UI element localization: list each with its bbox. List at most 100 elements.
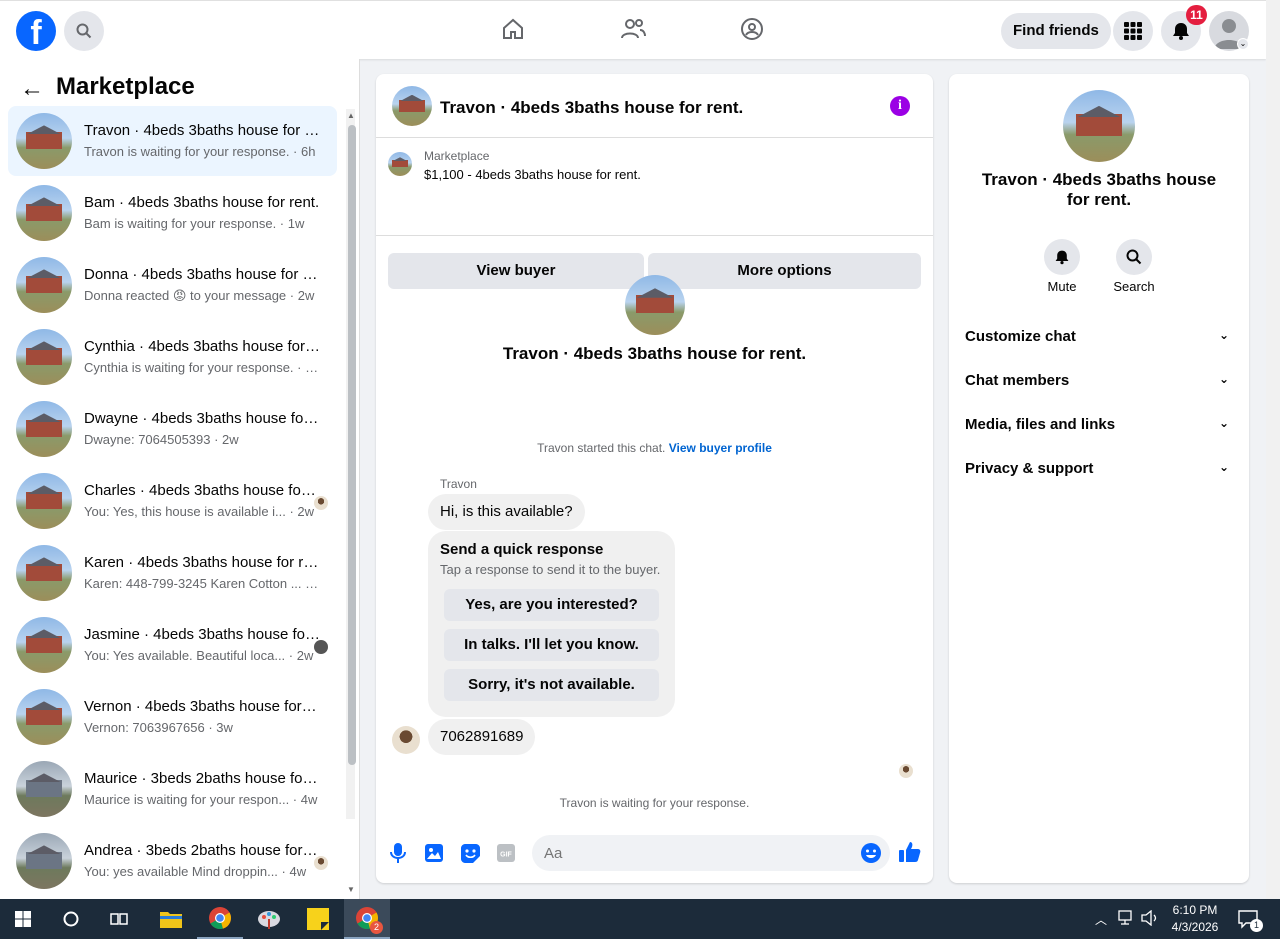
search-icon <box>76 23 92 39</box>
chrome-taskbar-button[interactable] <box>197 899 243 939</box>
conversation-item[interactable]: Bam · 4beds 3baths house for rent. Bam is… <box>8 178 337 248</box>
voice-clip-button[interactable] <box>387 842 409 864</box>
search-taskbar-button[interactable] <box>48 899 94 939</box>
message-bubble[interactable]: Hi, is this available? <box>428 494 585 530</box>
home-nav-button[interactable] <box>499 15 527 43</box>
started-text: Travon started this chat. <box>537 441 666 455</box>
network-icon[interactable] <box>1118 910 1136 930</box>
conversation-item[interactable]: Jasmine · 4beds 3baths house for rent. Yo… <box>8 610 337 680</box>
read-receipt-avatar <box>314 496 328 510</box>
conversation-name: Bam · 4beds 3baths house for rent. <box>84 194 320 211</box>
conversation-name: Cynthia · 4beds 3baths house for rent. <box>84 338 320 355</box>
find-friends-button[interactable]: Find friends <box>1001 13 1111 49</box>
chevron-down-icon: ⌄ <box>1218 460 1229 474</box>
home-icon <box>503 18 523 39</box>
conversation-preview: Cynthia is waiting for your response. · … <box>84 360 320 375</box>
friends-nav-button[interactable] <box>619 15 647 43</box>
clock-date: 4/3/2026 <box>1171 920 1219 934</box>
menu-button[interactable] <box>1113 11 1153 51</box>
sticker-button[interactable] <box>459 842 481 864</box>
conversation-name: Jasmine · 4beds 3baths house for rent. <box>84 626 320 643</box>
conversation-item[interactable]: Vernon · 4beds 3baths house for rent. Ver… <box>8 682 337 752</box>
quick-response-title: Send a quick response <box>440 541 604 558</box>
view-buyer-profile-link[interactable]: View buyer profile <box>669 441 772 455</box>
bell-icon <box>1055 250 1069 265</box>
microphone-icon <box>390 843 406 863</box>
conversation-item[interactable]: Charles · 4beds 3baths house for rent. Yo… <box>8 466 337 536</box>
listing-price[interactable]: $1,100 - 4beds 3baths house for rent. <box>424 167 641 182</box>
start-button[interactable] <box>0 899 46 939</box>
search-in-chat-button[interactable] <box>1116 239 1152 275</box>
chat-panel: Travon · 4beds 3baths house for rent. i … <box>376 74 933 883</box>
conversation-item[interactable]: Dwayne · 4beds 3baths house for rent. Dwa… <box>8 394 337 464</box>
chevron-down-icon: ⌄ <box>1218 416 1229 430</box>
paint-taskbar-button[interactable] <box>246 899 292 939</box>
attach-photo-button[interactable] <box>423 842 445 864</box>
message-input[interactable] <box>532 835 890 871</box>
info-icon[interactable]: i <box>890 96 910 116</box>
conversation-preview: You: Yes, this house is available i... ·… <box>84 504 315 519</box>
conversation-preview: Vernon: 7063967656 · 3w <box>84 720 233 735</box>
scroll-down-arrow-icon[interactable]: ▼ <box>347 885 355 894</box>
action-center-button[interactable]: 1 <box>1238 909 1263 933</box>
chrome-icon <box>209 907 231 930</box>
cortana-circle-icon <box>63 911 79 927</box>
conversation-thumbnail <box>16 833 72 889</box>
gif-button[interactable]: GIF <box>495 842 517 864</box>
show-hidden-icons-chevron-icon[interactable]: ︿ <box>1095 911 1107 928</box>
mute-button[interactable] <box>1044 239 1080 275</box>
chrome-active-window-button[interactable]: 2 <box>344 899 390 939</box>
chat-title[interactable]: Travon · 4beds 3baths house for rent. <box>440 98 743 118</box>
search-button[interactable] <box>64 11 104 51</box>
sticky-notes-button[interactable] <box>295 899 341 939</box>
conversation-thumbnail <box>16 185 72 241</box>
account-chevron-icon[interactable]: ⌄ <box>1237 38 1249 50</box>
like-button[interactable] <box>899 841 921 863</box>
sender-avatar[interactable] <box>392 726 420 754</box>
listing-thumbnail[interactable] <box>388 152 412 176</box>
more-options-button[interactable]: More options <box>648 253 921 289</box>
groups-nav-button[interactable] <box>738 15 766 43</box>
bell-icon <box>1173 23 1189 40</box>
emoji-icon <box>861 843 881 863</box>
conversation-item[interactable]: Maurice · 3beds 2baths house for rent. Ma… <box>8 754 337 824</box>
conversation-thumbnail <box>16 329 72 385</box>
quick-response-card: Send a quick response Tap a response to … <box>428 531 675 717</box>
page-scrollbar[interactable] <box>1266 0 1280 899</box>
marketplace-inbox-sidebar: ← Marketplace Travon · 4beds 3baths hous… <box>0 59 360 899</box>
media-files-links-section[interactable]: Media, files and links ⌄ <box>965 416 1233 440</box>
facebook-logo[interactable]: f <box>16 11 56 51</box>
emoji-button[interactable] <box>860 842 882 864</box>
seen-receipt-avatar <box>899 764 913 778</box>
quick-response-not-available[interactable]: Sorry, it's not available. <box>444 669 659 701</box>
folder-icon <box>160 912 182 928</box>
section-label: Chat members <box>965 372 1070 389</box>
conversation-name: Dwayne · 4beds 3baths house for rent. <box>84 410 320 427</box>
quick-response-in-talks[interactable]: In talks. I'll let you know. <box>444 629 659 661</box>
chat-avatar[interactable] <box>392 86 432 126</box>
details-avatar[interactable] <box>1063 90 1135 162</box>
gif-icon: GIF <box>497 844 515 862</box>
conversation-item[interactable]: Karen · 4beds 3baths house for rent. Kare… <box>8 538 337 608</box>
chat-members-section[interactable]: Chat members ⌄ <box>965 372 1233 396</box>
quick-response-yes[interactable]: Yes, are you interested? <box>444 589 659 621</box>
sidebar-scrollbar-thumb[interactable] <box>348 125 356 765</box>
conversation-thumbnail <box>16 545 72 601</box>
conversation-item[interactable]: Donna · 4beds 3baths house for rent. Donn… <box>8 250 337 320</box>
conversation-item[interactable]: Cynthia · 4beds 3baths house for rent. Cy… <box>8 322 337 392</box>
back-arrow-icon[interactable]: ← <box>20 75 44 103</box>
task-view-button[interactable] <box>96 899 142 939</box>
conversation-item[interactable]: Andrea · 3beds 2baths house for rent. You… <box>8 826 337 896</box>
message-bubble-phone[interactable]: 7062891689 <box>428 719 536 755</box>
volume-icon[interactable] <box>1141 909 1159 930</box>
view-buyer-button[interactable]: View buyer <box>388 253 644 289</box>
file-explorer-button[interactable] <box>148 899 194 939</box>
thumbs-up-icon <box>899 842 921 862</box>
scroll-up-arrow-icon[interactable]: ▲ <box>347 111 355 120</box>
system-clock[interactable]: 6:10 PM 4/3/2026 <box>1160 902 1230 936</box>
conversation-item[interactable]: Travon · 4beds 3baths house for rent. Tra… <box>8 106 337 176</box>
conversation-thumbnail <box>16 113 72 169</box>
conversation-thumbnail <box>16 689 72 745</box>
privacy-support-section[interactable]: Privacy & support ⌄ <box>965 460 1233 484</box>
customize-chat-section[interactable]: Customize chat ⌄ <box>965 328 1233 352</box>
